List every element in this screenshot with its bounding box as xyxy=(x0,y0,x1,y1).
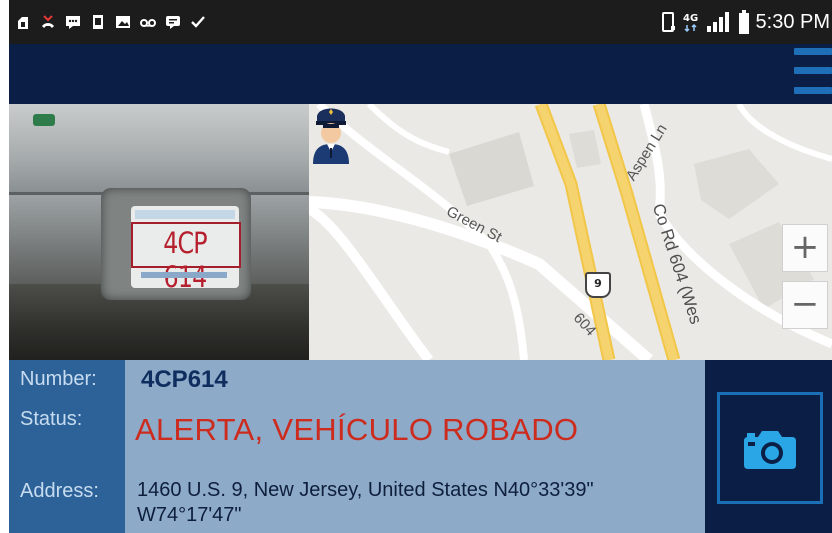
status-label: Status: xyxy=(20,408,83,430)
plate-number-image-text: 4CP 614 xyxy=(163,226,207,294)
zoom-in-button[interactable]: + xyxy=(782,224,828,272)
number-label: Number: xyxy=(20,368,97,390)
missed-call-icon xyxy=(42,15,54,28)
menu-line xyxy=(794,87,832,94)
app-bar xyxy=(9,44,832,104)
plate-number-value: 4CP614 xyxy=(141,366,228,393)
address-value: 1460 U.S. 9, New Jersey, United States N… xyxy=(137,479,594,526)
vibrate-icon xyxy=(661,12,675,32)
phone-screen: 4G 5:30 PM 4CP 614 xyxy=(9,0,832,533)
status-clock: 5:30 PM xyxy=(755,10,830,33)
voicemail-icon xyxy=(140,19,156,27)
camera-icon xyxy=(744,431,796,469)
battery-icon xyxy=(738,10,749,34)
chat-icon xyxy=(166,16,180,29)
signal-icon xyxy=(706,12,729,32)
info-labels-column: Number: Status: Address: xyxy=(9,360,125,533)
check-icon xyxy=(191,16,205,28)
menu-line xyxy=(794,67,832,74)
plate-capture-image: 4CP 614 xyxy=(9,104,309,360)
zoom-out-button[interactable]: − xyxy=(782,281,828,329)
sim-icon xyxy=(93,15,103,29)
camera-button[interactable] xyxy=(717,392,823,504)
usb-icon xyxy=(18,17,28,29)
map-view[interactable]: Green St Aspen Ln Co Rd 604 (Wes 604 9 +… xyxy=(309,104,832,360)
menu-button[interactable] xyxy=(792,48,832,100)
network-type-icon: 4G xyxy=(683,13,698,33)
system-indicators: 4G 5:30 PM xyxy=(660,8,830,36)
notification-icons xyxy=(15,10,206,34)
status-bar: 4G 5:30 PM xyxy=(9,0,832,44)
network-type: 4G xyxy=(683,13,698,24)
plate-footer xyxy=(141,272,227,278)
address-label: Address: xyxy=(20,480,99,502)
image-icon xyxy=(116,16,130,28)
reflector-icon xyxy=(33,114,55,126)
plate-header xyxy=(135,210,235,219)
route-shield-icon: 9 xyxy=(585,272,611,298)
message-icon xyxy=(66,16,80,29)
police-officer-marker-icon[interactable] xyxy=(309,104,353,164)
status-alert-value: ALERTA, VEHÍCULO ROBADO xyxy=(135,412,579,447)
menu-line xyxy=(794,48,832,55)
license-plate: 4CP 614 xyxy=(131,206,241,294)
camera-panel xyxy=(705,360,832,533)
info-values-panel: 4CP614 ALERTA, VEHÍCULO ROBADO 1460 U.S.… xyxy=(125,360,705,533)
